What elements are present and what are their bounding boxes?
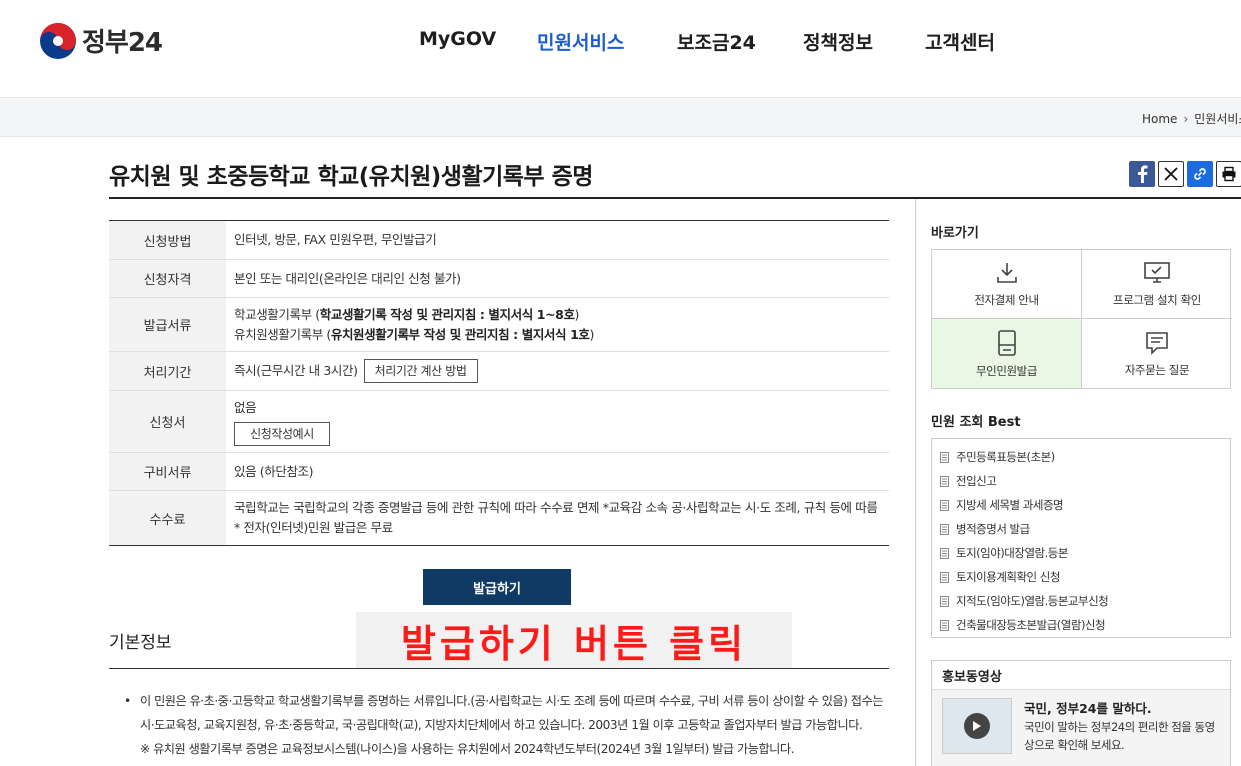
- method-value: 인터넷, 방문, FAX 민원우편, 무인발급기: [234, 232, 437, 247]
- download-icon: [996, 263, 1017, 283]
- quick-link-label: 전자결제 안내: [974, 293, 1039, 307]
- table-row: 신청서 없음 신청작성예시: [109, 391, 889, 453]
- kiosk-icon: [997, 329, 1016, 356]
- table-row: 구비서류 있음 (하단참조): [109, 453, 889, 491]
- quick-link-label: 프로그램 설치 확인: [1113, 293, 1201, 307]
- period-value: 즉시(근무시간 내 3시간) 처리기간 계산 방법: [226, 352, 889, 390]
- page-title: 유치원 및 초중등학교 학교(유치원)생활기록부 증명: [109, 164, 593, 190]
- share-buttons: [1126, 161, 1241, 187]
- document-icon: [940, 475, 949, 487]
- promo-title: 홍보동영상: [932, 661, 1230, 690]
- link-icon[interactable]: [1187, 161, 1213, 187]
- document-icon: [940, 547, 949, 559]
- list-item[interactable]: 건축물대장등초본발급(열람)신청: [932, 613, 1230, 637]
- promo-video-title[interactable]: 국민, 정부24를 말하다.: [1024, 698, 1152, 717]
- print-icon[interactable]: [1216, 161, 1241, 187]
- nav-civil-services[interactable]: 민원서비스: [537, 28, 624, 55]
- basic-info-divider: [109, 668, 889, 669]
- table-row: 신청자격 본인 또는 대리인(온라인은 대리인 신청 불가): [109, 260, 889, 298]
- list-item[interactable]: 토지이용계획확인 신청: [932, 565, 1230, 589]
- logo-text: 정부24: [82, 28, 163, 58]
- document-icon: [940, 571, 949, 583]
- basic-info-line-2: ※ 유치원 생활기록부 증명은 교육정보시스템(나이스)을 사용하는 유치원에서…: [140, 742, 794, 756]
- breadcrumb-current[interactable]: 민원서비스: [1194, 110, 1241, 127]
- document-icon: [940, 523, 949, 535]
- list-item[interactable]: 주민등록표등본(초본): [932, 445, 1230, 469]
- x-icon[interactable]: [1158, 161, 1184, 187]
- quick-links-title: 바로가기: [931, 226, 979, 241]
- chat-icon: [1146, 331, 1168, 355]
- method-label: 신청방법: [109, 221, 226, 259]
- required-docs-value: 있음 (하단참조): [234, 463, 314, 479]
- list-item[interactable]: 병적증명서 발급: [932, 517, 1230, 541]
- basic-info-title: 기본정보: [109, 633, 172, 653]
- nav-subsidy24[interactable]: 보조금24: [677, 28, 756, 55]
- nav-policy-info[interactable]: 정책정보: [803, 28, 873, 55]
- issue-button[interactable]: 발급하기: [423, 569, 571, 605]
- list-item[interactable]: 지방세 세목별 과세증명: [932, 493, 1230, 517]
- best-services-title: 민원 조회 Best: [931, 415, 1021, 430]
- documents-value: 학교생활기록부 (학교생활기록 작성 및 관리지침 : 별지서식 1~8호) 유…: [226, 298, 889, 351]
- quick-link-faq[interactable]: 자주묻는 질문: [1082, 319, 1232, 388]
- nav-mygov[interactable]: MyGOV: [419, 28, 496, 50]
- site-header: 정부24 MyGOV 민원서비스 보조금24 정책정보 고객센터: [0, 0, 1241, 97]
- table-row: 수수료 국립학교는 국립학교의 각종 증명발급 등에 관한 규칙에 따라 수수료…: [109, 491, 889, 545]
- best-services-list: 주민등록표등본(초본) 전입신고 지방세 세목별 과세증명 병적증명서 발급 토…: [931, 438, 1231, 638]
- documents-label: 발급서류: [109, 298, 226, 351]
- documents-line-2: 유치원생활기록부 (유치원생활기록부 작성 및 관리지침 : 별지서식 1호): [234, 326, 594, 342]
- taegeuk-logo-icon: [40, 22, 76, 59]
- table-row: 신청방법 인터넷, 방문, FAX 민원우편, 무인발급기: [109, 221, 889, 260]
- title-divider: [109, 197, 1241, 199]
- quick-link-kiosk[interactable]: 무인민원발급: [932, 319, 1082, 388]
- quick-link-label: 무인민원발급: [975, 363, 1038, 378]
- table-row: 발급서류 학교생활기록부 (학교생활기록 작성 및 관리지침 : 별지서식 1~…: [109, 298, 889, 352]
- quick-link-label: 자주묻는 질문: [1124, 362, 1190, 377]
- quick-link-program-check[interactable]: 프로그램 설치 확인: [1082, 250, 1232, 319]
- chevron-right-icon: ›: [1183, 111, 1189, 126]
- breadcrumb-bar: Home › 민원서비스: [0, 97, 1241, 137]
- document-icon: [940, 595, 949, 607]
- document-icon: [940, 499, 949, 511]
- breadcrumb-home[interactable]: Home: [1142, 112, 1177, 126]
- period-label: 처리기간: [109, 352, 226, 390]
- video-thumbnail[interactable]: [942, 698, 1012, 754]
- eligibility-label: 신청자격: [109, 260, 226, 297]
- document-icon: [940, 619, 949, 631]
- basic-info-line-1: 이 민원은 유·초·중·고등학교 학교생활기록부를 증명하는 서류입니다.(공·…: [140, 694, 883, 732]
- site-logo[interactable]: 정부24: [40, 22, 163, 59]
- required-docs-label: 구비서류: [109, 453, 226, 490]
- list-item[interactable]: 전입신고: [932, 469, 1230, 493]
- nav-customer-center[interactable]: 고객센터: [925, 28, 995, 55]
- info-table: 신청방법 인터넷, 방문, FAX 민원우편, 무인발급기 신청자격 본인 또는…: [109, 220, 889, 546]
- quick-links-grid: 전자결제 안내 프로그램 설치 확인 무인민원발급 자주묻는 질문: [931, 249, 1232, 389]
- breadcrumb: Home › 민원서비스: [1142, 110, 1241, 127]
- bullet-icon: •: [124, 694, 131, 708]
- fee-value: 국립학교는 국립학교의 각종 증명발급 등에 관한 규칙에 따라 수수료 면제 …: [234, 500, 878, 535]
- table-row: 처리기간 즉시(근무시간 내 3시간) 처리기간 계산 방법: [109, 352, 889, 391]
- monitor-check-icon: [1144, 262, 1170, 283]
- documents-line-1: 학교생활기록부 (학교생활기록 작성 및 관리지침 : 별지서식 1~8호): [234, 306, 580, 322]
- facebook-icon[interactable]: [1129, 161, 1155, 187]
- form-example-button[interactable]: 신청작성예시: [234, 421, 330, 446]
- fee-label: 수수료: [109, 491, 226, 545]
- eligibility-value: 본인 또는 대리인(온라인은 대리인 신청 불가): [234, 270, 461, 286]
- quick-link-epayment[interactable]: 전자결제 안내: [932, 250, 1082, 319]
- list-item[interactable]: 토지(임야)대장열람.등본: [932, 541, 1230, 565]
- play-icon[interactable]: [964, 713, 990, 739]
- promo-body: 국민, 정부24를 말하다. 국민이 말하는 정부24의 편리한 점을 동영상으…: [932, 690, 1230, 766]
- form-value: 없음 신청작성예시: [226, 391, 889, 452]
- document-icon: [940, 451, 949, 463]
- sidebar-divider: [915, 199, 916, 766]
- promo-video-desc: 국민이 말하는 정부24의 편리한 점을 동영상으로 확인해 보세요.: [1024, 720, 1215, 752]
- basic-info-text: • 이 민원은 유·초·중·고등학교 학교생활기록부를 증명하는 서류입니다.(…: [124, 689, 884, 761]
- list-item[interactable]: 지적도(임야도)열람.등본교부신청: [932, 589, 1230, 613]
- annotation-label: 발급하기 버튼 클릭: [356, 612, 792, 668]
- form-label: 신청서: [109, 391, 226, 452]
- period-calc-button[interactable]: 처리기간 계산 방법: [363, 359, 478, 383]
- promo-video-box: 홍보동영상 국민, 정부24를 말하다. 국민이 말하는 정부24의 편리한 점…: [931, 660, 1231, 766]
